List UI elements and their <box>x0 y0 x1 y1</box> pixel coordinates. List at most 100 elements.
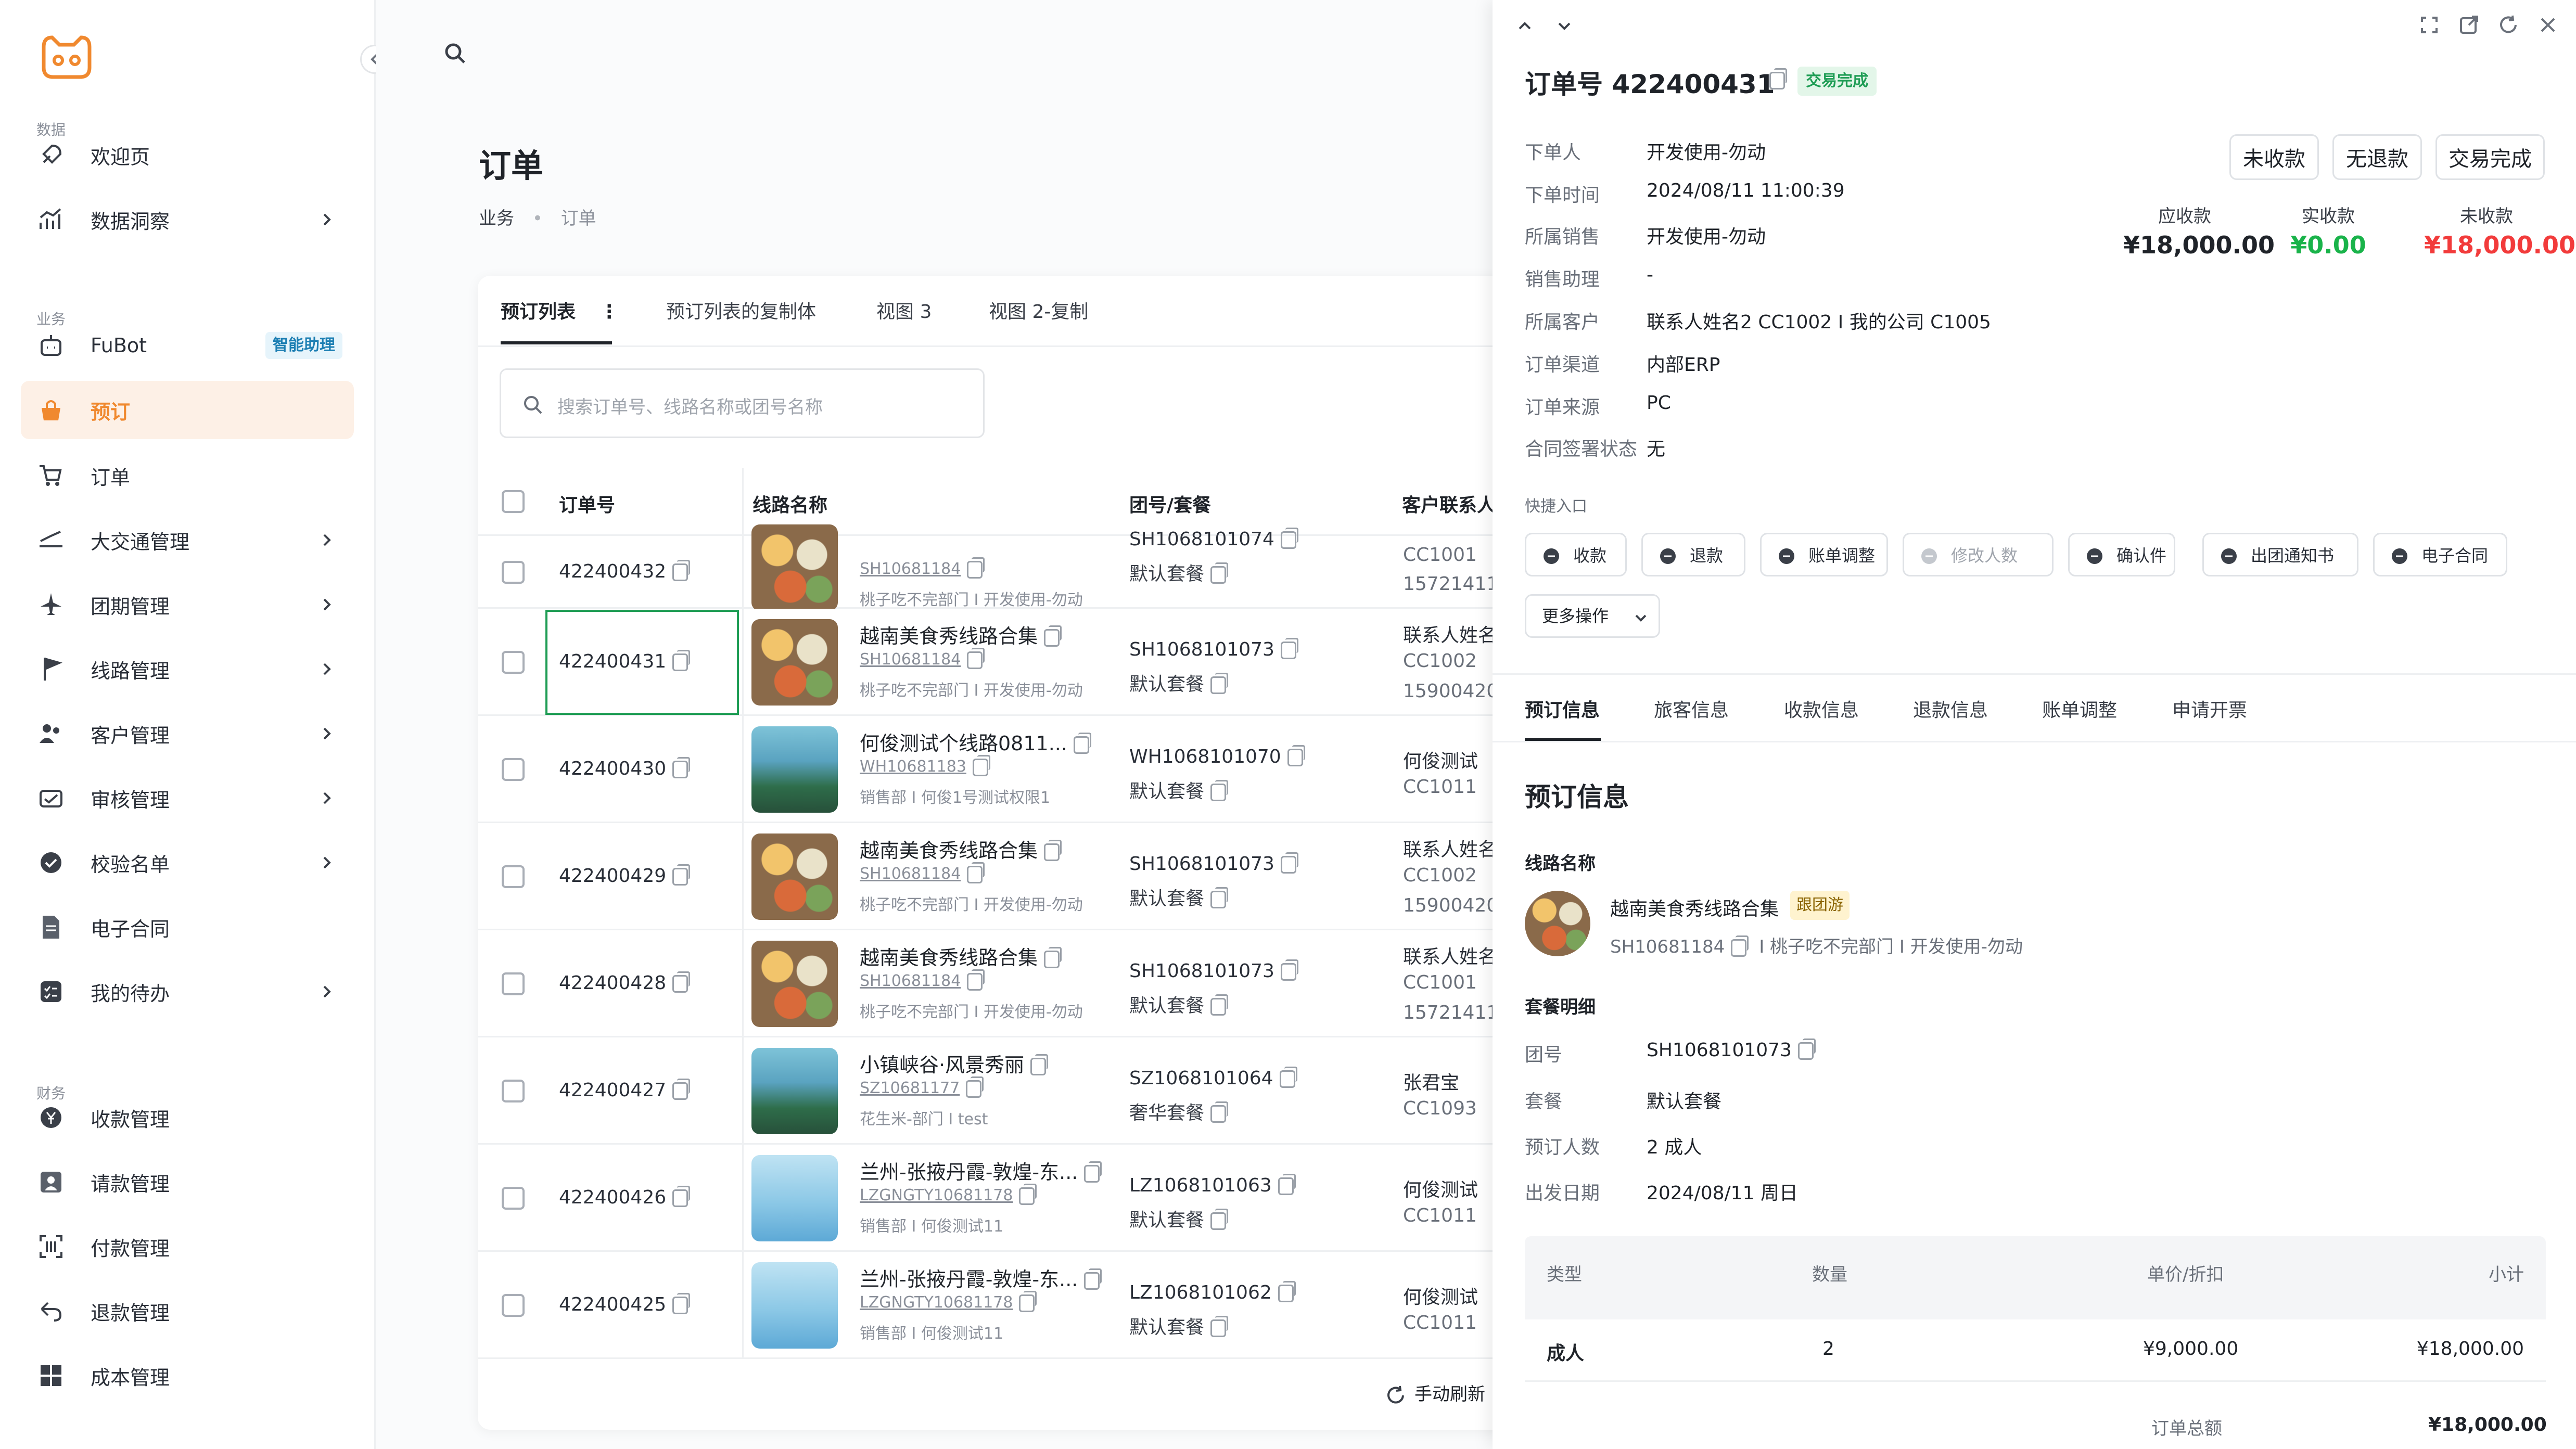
route-code-link[interactable]: SH10681184 <box>860 969 985 991</box>
copy-icon[interactable] <box>966 1076 984 1098</box>
manual-refresh-button[interactable]: 手动刷新 <box>1384 1380 1485 1407</box>
route-code-link[interactable]: LZGNGTY10681178 <box>860 1290 1037 1312</box>
copy-icon[interactable] <box>672 971 691 993</box>
order-number[interactable]: 422400431 <box>559 650 691 672</box>
copy-icon[interactable] <box>1019 1183 1037 1205</box>
fullscreen-icon[interactable] <box>2418 14 2441 36</box>
copy-icon[interactable] <box>672 1186 691 1207</box>
sidebar-item[interactable]: 成本管理 <box>21 1347 354 1405</box>
route-code-link[interactable]: SH10681184 <box>860 862 985 883</box>
sidebar-item[interactable]: 预订 <box>21 381 354 439</box>
copy-icon[interactable] <box>1044 625 1062 647</box>
copy-icon[interactable] <box>1797 1038 1816 1060</box>
copy-icon[interactable] <box>1044 946 1062 968</box>
copy-icon[interactable] <box>672 1079 691 1100</box>
sidebar-item[interactable]: FuBot 智能助理 <box>21 316 354 375</box>
sidebar-item[interactable]: 数据洞察 <box>21 190 354 249</box>
sidebar-item[interactable]: 收款管理 <box>21 1088 354 1147</box>
table-row[interactable]: 422400429 越南美食秀线路合集 SH10681184 桃子吃不完部门 I 开发… <box>478 823 1510 930</box>
route-code-link[interactable]: SH10681184 <box>860 647 985 669</box>
order-number[interactable]: 422400428 <box>559 971 691 994</box>
quick-action-button[interactable]: 账单调整 <box>1760 533 1888 576</box>
copy-icon[interactable] <box>1210 1101 1229 1123</box>
copy-icon[interactable] <box>1280 638 1298 659</box>
table-row[interactable]: 422400425 兰州-张掖丹霞-敦煌-东... LZGNGTY10681178 销… <box>478 1252 1493 1359</box>
quick-action-button[interactable]: 出团通知书 <box>2202 533 2358 576</box>
copy-icon[interactable] <box>672 757 691 778</box>
sidebar-item[interactable]: 大交通管理 <box>21 511 354 569</box>
column-header-contact[interactable]: 客户联系人 <box>1402 490 1496 517</box>
no-refund-status-button[interactable]: 无退款 <box>2332 134 2422 180</box>
copy-icon[interactable] <box>1210 562 1229 584</box>
copy-icon[interactable] <box>967 969 985 991</box>
unpaid-status-button[interactable]: 未收款 <box>2229 134 2319 180</box>
copy-icon[interactable] <box>672 864 691 886</box>
panel-tab[interactable]: 旅客信息 <box>1654 695 1729 722</box>
sidebar-item[interactable]: 线路管理 <box>21 640 354 698</box>
panel-tab[interactable]: 收款信息 <box>1784 695 1859 722</box>
copy-icon[interactable] <box>1084 1268 1102 1290</box>
quick-action-button[interactable]: 修改人数 <box>1903 533 2054 576</box>
row-checkbox[interactable] <box>502 1187 525 1210</box>
sidebar-item[interactable]: 校验名单 <box>21 834 354 892</box>
sidebar-item[interactable]: 请款管理 <box>21 1153 354 1211</box>
copy-icon[interactable] <box>672 650 691 671</box>
table-row[interactable]: 422400431 越南美食秀线路合集 SH10681184 桃子吃不完部门 I 开发… <box>478 609 1510 716</box>
panel-tab[interactable]: 申请开票 <box>2172 695 2247 722</box>
route-code-link[interactable]: WH10681183 <box>860 754 990 776</box>
panel-tab[interactable]: 账单调整 <box>2042 695 2117 722</box>
copy-icon[interactable] <box>1044 839 1062 861</box>
row-checkbox[interactable] <box>502 561 525 584</box>
search-input[interactable]: 搜索订单号、线路名称或团号名称 <box>500 368 985 438</box>
route-name[interactable]: 越南美食秀线路合集 <box>1610 894 1779 921</box>
route-name[interactable]: 小镇峡谷·风景秀丽 <box>860 1049 1049 1078</box>
search-icon[interactable] <box>442 41 468 67</box>
copy-icon[interactable] <box>967 647 985 669</box>
row-checkbox[interactable] <box>502 1294 525 1317</box>
route-code-link[interactable]: SZ10681177 <box>860 1076 984 1098</box>
chevron-up-icon[interactable] <box>1513 15 1536 37</box>
copy-icon[interactable] <box>1731 935 1749 957</box>
copy-icon[interactable] <box>1278 1281 1296 1302</box>
route-code-link[interactable]: SH10681184 <box>860 557 985 579</box>
row-checkbox[interactable] <box>502 972 525 995</box>
copy-icon[interactable] <box>967 557 985 579</box>
table-row[interactable]: 422400432 SH10681184 桃子吃不完部门 I 开发使用-勿动 SH10… <box>478 524 1510 611</box>
route-name[interactable]: 兰州-张掖丹霞-敦煌-东... <box>860 1263 1102 1292</box>
sidebar-item[interactable]: 退款管理 <box>21 1282 354 1340</box>
copy-icon[interactable] <box>1280 852 1298 874</box>
order-number[interactable]: 422400429 <box>559 864 691 887</box>
order-number[interactable]: 422400430 <box>559 757 691 779</box>
copy-icon[interactable] <box>1280 528 1298 549</box>
copy-icon[interactable] <box>967 862 985 883</box>
route-name[interactable]: 越南美食秀线路合集 <box>860 835 1062 863</box>
order-number[interactable]: 422400425 <box>559 1293 691 1315</box>
copy-icon[interactable] <box>1210 994 1229 1016</box>
breadcrumb-item[interactable]: 业务 <box>479 208 514 229</box>
table-row[interactable]: 422400430 何俊测试个线路0811... WH10681183 销售部 I 何… <box>478 716 1493 823</box>
row-checkbox[interactable] <box>502 865 525 888</box>
route-name[interactable]: 兰州-张掖丹霞-敦煌-东... <box>860 1156 1102 1185</box>
quick-action-button[interactable]: 退款 <box>1641 533 1745 576</box>
copy-icon[interactable] <box>1210 1209 1229 1230</box>
sidebar-item[interactable]: 审核管理 <box>21 769 354 827</box>
copy-icon[interactable] <box>672 1293 691 1314</box>
tab-booking-list[interactable]: 预订列表 ⋮ <box>501 297 619 324</box>
select-all-checkbox[interactable] <box>502 490 525 513</box>
copy-icon[interactable] <box>1287 745 1305 766</box>
copy-icon[interactable] <box>1210 1316 1229 1337</box>
route-name[interactable]: 何俊测试个线路0811... <box>860 727 1091 756</box>
copy-icon[interactable] <box>972 754 990 776</box>
route-code-link[interactable]: LZGNGTY10681178 <box>860 1183 1037 1205</box>
refresh-icon[interactable] <box>2497 14 2520 36</box>
open-new-window-icon[interactable] <box>2457 14 2480 36</box>
order-number[interactable]: 422400426 <box>559 1186 691 1208</box>
row-checkbox[interactable] <box>502 758 525 781</box>
panel-tab[interactable]: 退款信息 <box>1913 695 1988 722</box>
table-row[interactable]: 422400428 越南美食秀线路合集 SH10681184 桃子吃不完部门 I 开发… <box>478 930 1510 1037</box>
route-name[interactable]: 越南美食秀线路合集 <box>860 620 1062 649</box>
quick-action-button[interactable]: 电子合同 <box>2373 533 2507 576</box>
table-row[interactable]: 422400427 小镇峡谷·风景秀丽 SZ10681177 花生米-部门 I tes… <box>478 1037 1493 1145</box>
order-number[interactable]: 422400432 <box>559 560 691 582</box>
copy-icon[interactable] <box>1210 780 1229 801</box>
